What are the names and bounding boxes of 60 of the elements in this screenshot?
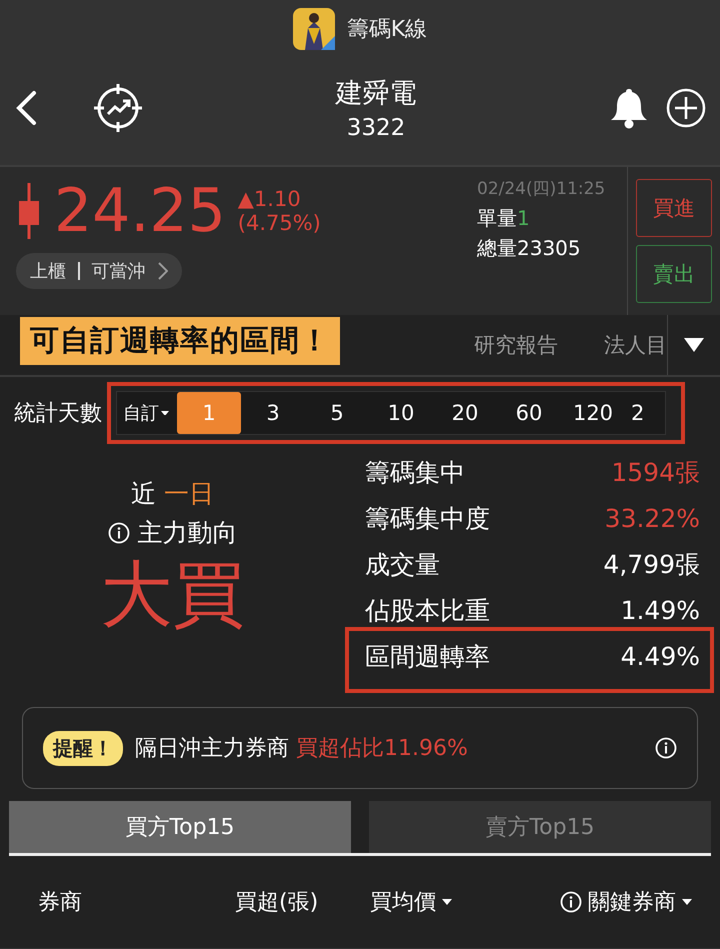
custom-period-button[interactable]: 自訂 [123,401,177,425]
info-icon[interactable] [655,737,677,759]
period-option[interactable]: 5 [305,392,369,434]
stat-value: 1594張 [611,456,700,488]
total-volume: 23305 [517,236,581,260]
market-info-chip[interactable]: 上櫃 可當沖 [16,253,182,289]
tip-banner: 可自訂週轉率的區間！ [20,317,340,365]
price-change-percent: (4.75%) [238,211,321,236]
stock-price: 24.25 [54,181,226,241]
ranking-tab[interactable]: 買方Top15 [9,801,351,853]
stat-value: 4.49% [620,642,700,670]
period-option[interactable]: 10 [369,392,433,434]
period-option[interactable]: 120 [561,392,625,434]
column-header[interactable]: 關鍵券商 [560,887,692,917]
unit-volume-label: 單量 [477,206,517,230]
total-volume-label: 總量 [477,236,517,260]
column-header[interactable]: 買超(張) [235,887,318,917]
section-tab[interactable]: 法人目 [604,331,667,359]
stat-value: 4,799張 [603,548,700,580]
unit-volume: 1 [517,206,530,230]
price-change: ▲1.10 [238,186,302,211]
main-force-label: 主力動向 [138,517,238,549]
day-trade-label: 可當沖 [92,260,146,283]
app-logo-icon [292,8,335,50]
reminder-badge: 提醒！ [43,730,123,766]
caret-icon [442,899,452,905]
period-option[interactable]: 60 [497,392,561,434]
column-header[interactable]: 買均價 [370,887,452,917]
stat-label: 成交量 [365,548,440,580]
target-chart-icon[interactable] [92,82,144,134]
dropdown-icon[interactable] [684,338,704,352]
stat-label: 籌碼集中 [365,456,465,488]
alert-text: 隔日沖主力券商 買超佔比11.96% [135,735,469,763]
stat-label: 籌碼集中度 [365,502,490,534]
period-option[interactable]: 3 [241,392,305,434]
info-icon[interactable] [108,522,130,544]
period-option[interactable]: 2 [625,392,647,434]
candlestick-icon [16,183,42,239]
period-caption: 近 一日 [131,478,214,510]
stock-name: 建舜電 [336,77,416,111]
ranking-tab[interactable]: 賣方Top15 [369,801,711,853]
stat-label: 區間週轉率 [365,640,490,672]
quote-time: 02/24(四)11:25 [477,178,606,201]
section-tab[interactable]: 研究報告 [474,331,558,359]
stock-code: 3322 [346,115,406,141]
period-option[interactable]: 20 [433,392,497,434]
stat-value: 33.22% [604,504,700,532]
info-icon[interactable] [560,891,582,913]
stat-value: 1.49% [620,596,700,624]
caret-icon [682,899,692,905]
column-header[interactable]: 券商 [38,887,82,917]
market-label: 上櫃 [30,260,66,283]
main-force-verdict: 大買 [100,555,244,634]
period-label: 統計天數 [14,400,102,428]
caret-icon [161,410,169,416]
app-title: 籌碼K線 [346,16,428,44]
stat-label: 佔股本比重 [365,594,490,626]
chevron-right-icon [158,262,168,280]
sell-button[interactable]: 賣出 [636,245,712,303]
add-icon[interactable] [666,88,706,128]
